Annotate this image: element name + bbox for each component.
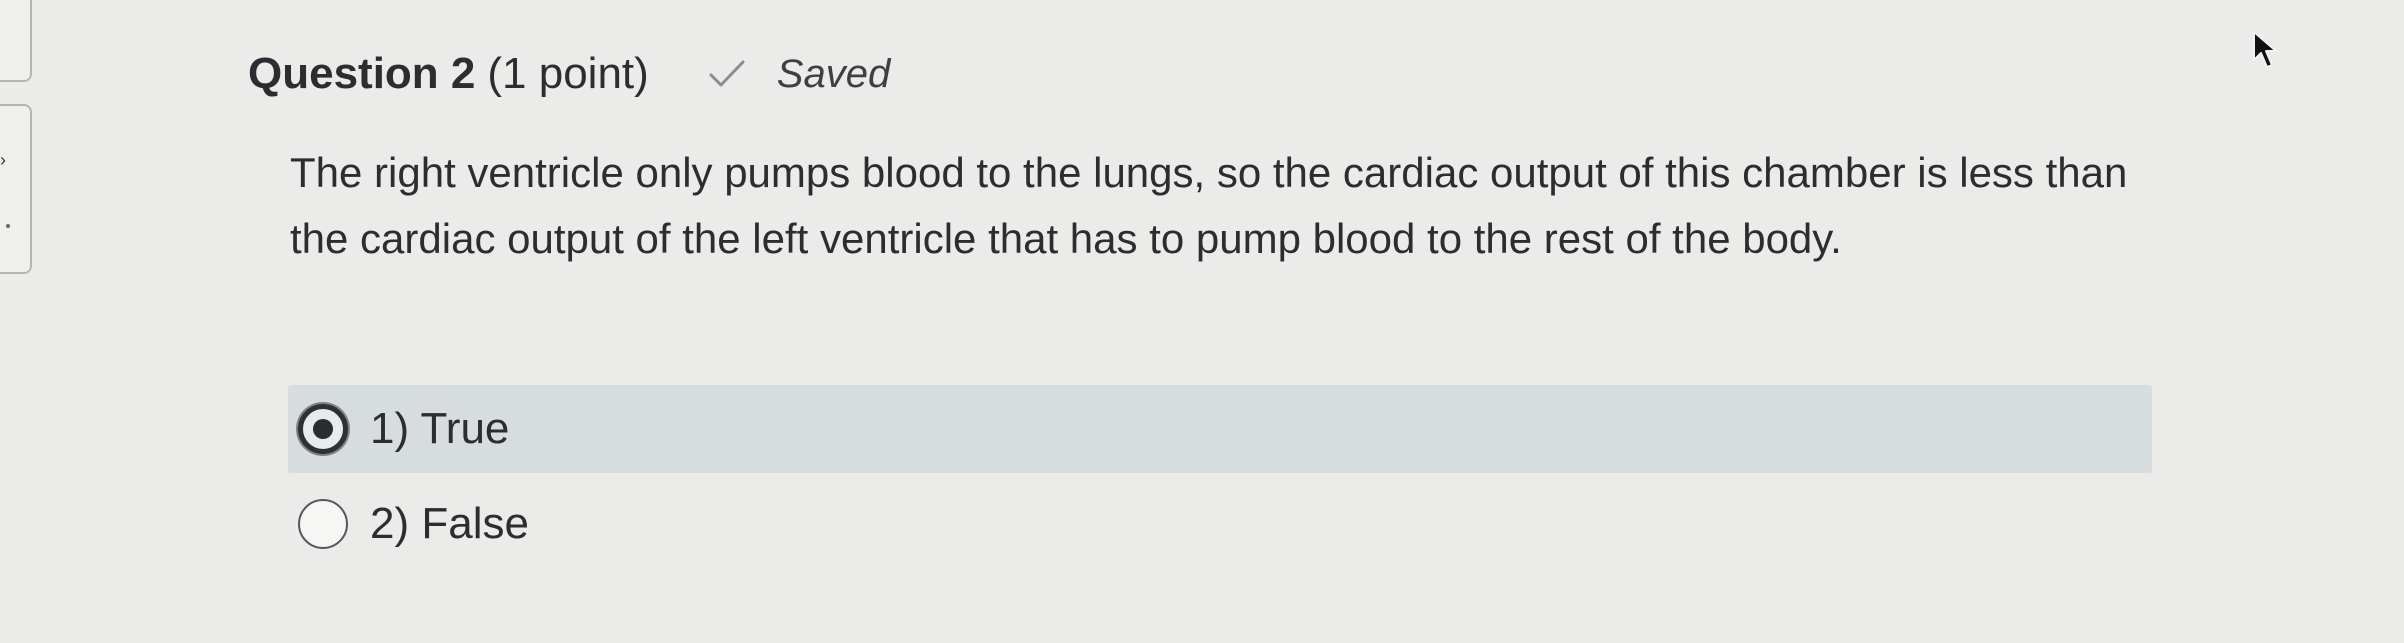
question-text: The right ventricle only pumps blood to … (290, 149, 2128, 262)
left-edge-panel-middle[interactable] (0, 104, 32, 274)
left-edge-dot (6, 224, 10, 228)
radio-selected-dot (313, 419, 333, 439)
option-label-true: 1) True (370, 404, 510, 453)
question-points: (1 point) (487, 49, 649, 98)
saved-status: Saved (776, 51, 891, 96)
left-edge-panel-top[interactable] (0, 0, 32, 82)
option-true[interactable]: 1) True (288, 385, 2152, 473)
left-edge-indicator-icon: › (0, 150, 6, 170)
radio-button-true[interactable] (298, 404, 348, 454)
radio-button-false[interactable] (298, 499, 348, 549)
option-false[interactable]: 2) False (288, 480, 2152, 568)
question-header: Question 2 (1 point) Saved (248, 44, 890, 104)
mouse-pointer-icon (2253, 31, 2277, 68)
option-label-false: 2) False (370, 499, 529, 548)
question-title: Question 2 (248, 49, 476, 98)
checkmark-icon (709, 60, 745, 87)
